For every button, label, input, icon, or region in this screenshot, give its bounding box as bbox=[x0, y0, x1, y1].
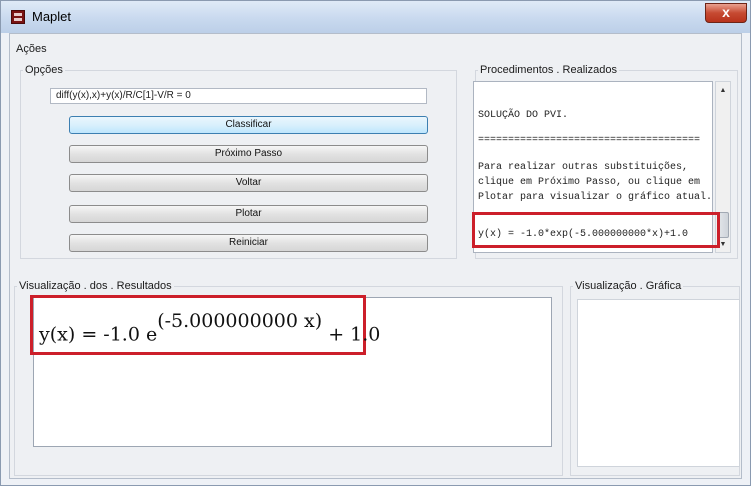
close-button[interactable]: x bbox=[705, 3, 747, 23]
window-title: Maplet bbox=[32, 9, 72, 24]
proc-line: Plotar para visualizar o gráfico atual. bbox=[478, 192, 713, 203]
proc-line: clique em Próximo Passo, ou clique em bbox=[478, 177, 701, 188]
grafica-legend: Visualização . Gráfica bbox=[575, 280, 682, 292]
grafica-display bbox=[577, 299, 740, 467]
proc-line: SOLUÇÃO DO PVI. bbox=[478, 110, 569, 121]
formula-rhs: + 1.0 bbox=[328, 323, 381, 346]
title-bar[interactable]: Maplet x bbox=[1, 1, 750, 33]
proc-line: ===================================== bbox=[478, 135, 701, 146]
proximo-passo-button[interactable]: Próximo Passo bbox=[69, 145, 428, 163]
maplet-app-icon bbox=[11, 10, 25, 24]
proc-line: Para realizar outras substituições, bbox=[478, 162, 689, 173]
equation-input[interactable]: diff(y(x),x)+y(x)/R/C[1]-V/R = 0 bbox=[50, 88, 427, 104]
procedimentos-legend: Procedimentos . Realizados bbox=[480, 64, 617, 76]
resultados-legend: Visualização . dos . Resultados bbox=[19, 280, 172, 292]
reiniciar-button[interactable]: Reiniciar bbox=[69, 234, 428, 252]
scroll-up-arrow-icon[interactable]: ▲ bbox=[716, 84, 730, 98]
acoes-menu[interactable]: Ações bbox=[16, 43, 47, 55]
formula-lhs: y(x) = -1.0 e bbox=[39, 323, 158, 346]
maplet-window: Maplet x Ações Opções diff(y(x),x)+y(x)/… bbox=[0, 0, 751, 486]
formula-exponent: (-5.000000000 x) bbox=[157, 310, 323, 332]
classificar-button[interactable]: Classificar bbox=[69, 116, 428, 134]
formula-highlight-box: y(x) = -1.0 e(-5.000000000 x) + 1.0 bbox=[30, 295, 380, 355]
plotar-button[interactable]: Plotar bbox=[69, 205, 428, 223]
opcoes-legend: Opções bbox=[25, 64, 63, 76]
voltar-button[interactable]: Voltar bbox=[69, 174, 428, 192]
close-icon: x bbox=[722, 4, 730, 20]
result-formula: y(x) = -1.0 e(-5.000000000 x) + 1.0 bbox=[39, 310, 381, 346]
result-highlight-box bbox=[472, 212, 720, 248]
